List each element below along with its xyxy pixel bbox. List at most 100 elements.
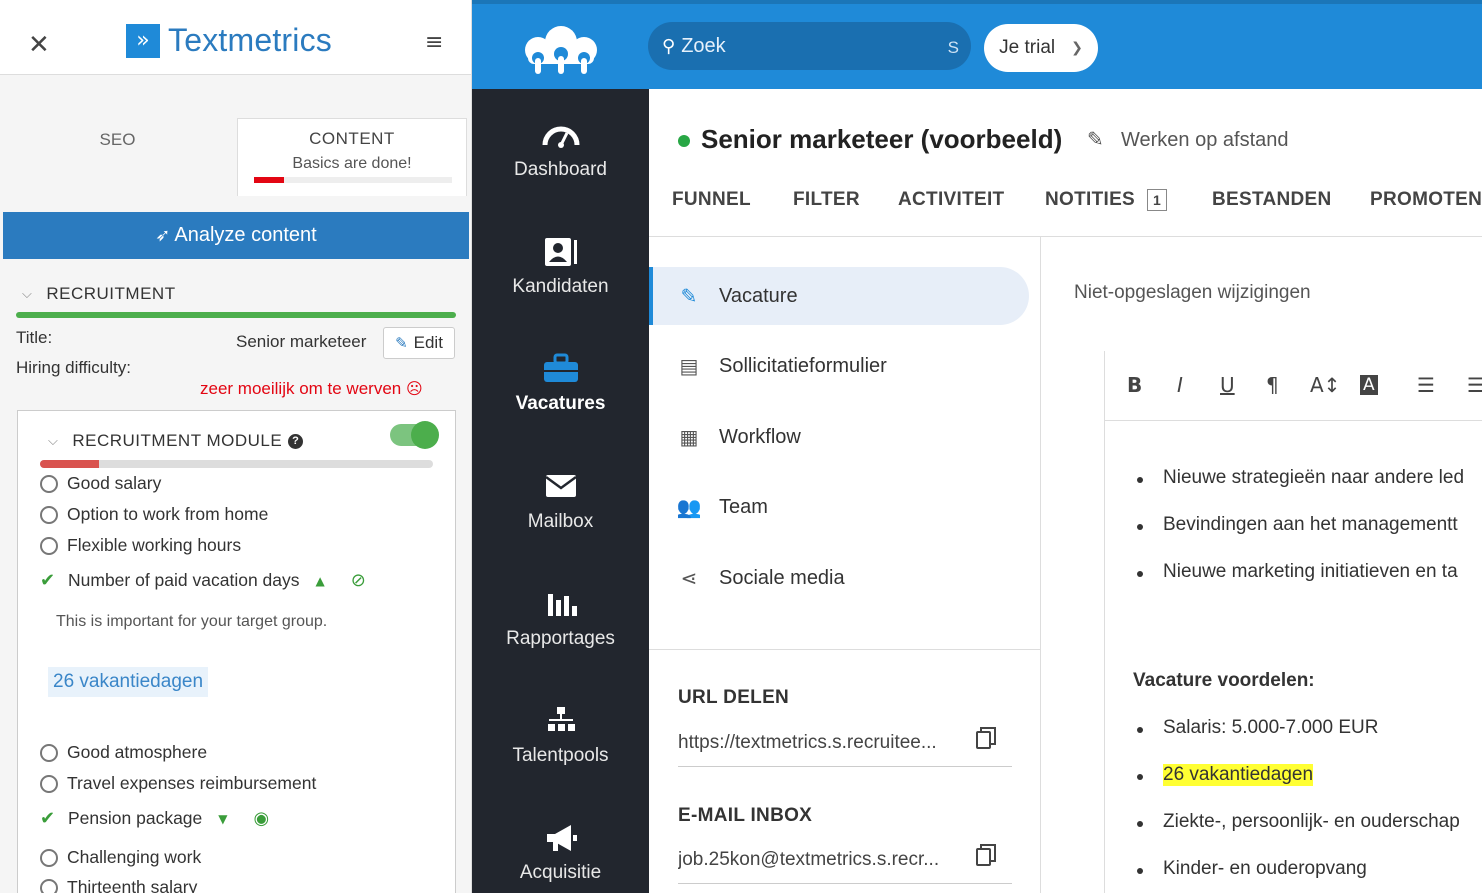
nav-item-dashboard[interactable]: Dashboard xyxy=(472,117,649,217)
pencil-icon[interactable]: ✎ xyxy=(1087,127,1104,151)
radio-unchecked-icon xyxy=(40,848,58,867)
hiring-difficulty-text: zeer moeilijk om te werven xyxy=(200,379,402,398)
module-item-vacation-days[interactable]: ✔ Number of paid vacation days ▲ ⊘ xyxy=(40,570,366,591)
edit-title-button[interactable]: ✎ Edit xyxy=(383,327,455,359)
nav-item-acquisitie[interactable]: Acquisitie xyxy=(472,820,649,893)
url-share-value[interactable]: https://textmetrics.s.recruitee... xyxy=(678,732,1012,767)
nav-item-vacatures[interactable]: Vacatures xyxy=(472,351,649,451)
email-inbox-label: E-MAIL INBOX xyxy=(678,805,813,826)
copy-email-icon[interactable] xyxy=(975,843,997,867)
module-item-label: Thirteenth salary xyxy=(67,877,198,893)
analyze-content-button[interactable]: ➶ Analyze content xyxy=(3,212,469,259)
brand-name: Textmetrics xyxy=(168,22,332,58)
nav-item-talentpools[interactable]: Talentpools xyxy=(472,703,649,803)
bullet-list-icon[interactable]: ☰ xyxy=(1417,373,1435,397)
tab-label: PROMOTEN xyxy=(1370,189,1482,210)
recruitment-module-card: ⌵ RECRUITMENT MODULE ? Good salary Optio… xyxy=(17,410,456,893)
tab-funnel[interactable]: FUNNEL xyxy=(672,189,751,211)
module-item-good-salary[interactable]: Good salary xyxy=(40,473,161,494)
module-item-travel-expenses[interactable]: Travel expenses reimbursement xyxy=(40,773,316,794)
megaphone-icon xyxy=(546,825,577,851)
briefcase-icon xyxy=(543,353,578,382)
search-box[interactable]: ⚲ S xyxy=(648,22,971,70)
module-item-thirteenth-salary[interactable]: Thirteenth salary xyxy=(40,877,197,893)
subnav-vacature[interactable]: ✎ Vacature xyxy=(649,267,1029,325)
hamburger-menu-icon[interactable]: ≡ xyxy=(425,32,443,54)
tab-activiteit[interactable]: ACTIVITEIT xyxy=(898,189,1004,211)
underline-icon[interactable]: U xyxy=(1220,373,1235,397)
recruitment-module-toggle[interactable]: ⌵ RECRUITMENT MODULE ? xyxy=(48,431,304,451)
pencil-icon: ✎ xyxy=(680,284,698,308)
text-color-icon[interactable]: A xyxy=(1360,375,1378,395)
recruitee-logo-icon[interactable] xyxy=(516,18,606,78)
editor-body[interactable]: Nieuwe strategieën naar andere led Bevin… xyxy=(1105,422,1482,893)
job-sub-navigation: ✎ Vacature ▤ Sollicitatieformulier ▦ Wor… xyxy=(649,237,1041,649)
tab-bestanden[interactable]: BESTANDEN xyxy=(1212,189,1332,211)
search-input[interactable] xyxy=(681,34,932,58)
tab-seo[interactable]: SEO xyxy=(0,118,235,196)
radio-unchecked-icon xyxy=(40,878,58,893)
numbered-list-icon[interactable]: ☰ xyxy=(1467,373,1482,397)
module-item-label: Good atmosphere xyxy=(67,742,208,762)
nav-label: Dashboard xyxy=(514,159,607,180)
tab-label: NOTITIES xyxy=(1045,189,1136,210)
tab-content-status: Basics are done! xyxy=(292,155,412,172)
nav-item-mailbox[interactable]: Mailbox xyxy=(472,469,649,569)
subnav-workflow[interactable]: ▦ Workflow xyxy=(649,408,1029,466)
tab-label: BESTANDEN xyxy=(1212,189,1332,210)
recruitment-heading: RECRUITMENT xyxy=(46,284,176,303)
radio-unchecked-icon xyxy=(40,743,58,762)
copy-url-icon[interactable] xyxy=(975,726,997,750)
module-item-work-from-home[interactable]: Option to work from home xyxy=(40,504,268,525)
tab-filter[interactable]: FILTER xyxy=(793,189,860,211)
paragraph-icon[interactable]: ¶ xyxy=(1266,373,1279,397)
subnav-sociale-media[interactable]: ⋖ Sociale media xyxy=(649,549,1029,607)
caret-down-icon[interactable]: ▼ xyxy=(218,812,227,826)
tab-content[interactable]: CONTENT Basics are done! xyxy=(237,118,467,196)
speedometer-icon xyxy=(542,126,579,148)
module-item-challenging-work[interactable]: Challenging work xyxy=(40,847,201,868)
clipboard-icon: ▤ xyxy=(679,354,699,378)
nav-item-kandidaten[interactable]: Kandidaten xyxy=(472,234,649,334)
vacation-days-tag[interactable]: 26 vakantiedagen xyxy=(48,667,209,697)
eye-slash-icon[interactable]: ⊘ xyxy=(351,570,366,591)
textmetrics-logo: » Textmetrics xyxy=(126,22,332,59)
toggle-knob xyxy=(411,421,439,449)
page-title: Senior marketeer (voorbeeld) xyxy=(701,124,1063,154)
module-item-label: Flexible working hours xyxy=(67,535,242,555)
people-icon: 👥 xyxy=(676,495,702,519)
editor-bullet-highlighted: 26 vakantiedagen xyxy=(1163,764,1314,786)
title-value: Senior marketeer xyxy=(236,332,367,351)
envelope-icon xyxy=(544,475,577,497)
trial-button[interactable]: Je trial ❯ xyxy=(984,24,1098,72)
job-tabs: FUNNEL FILTER ACTIVITEIT NOTITIES 1 BEST… xyxy=(649,189,1482,237)
module-item-flexible-hours[interactable]: Flexible working hours xyxy=(40,535,241,556)
bar-chart-icon xyxy=(547,594,577,616)
subnav-label: Sociale media xyxy=(719,566,845,589)
eye-icon[interactable]: ◉ xyxy=(254,808,270,829)
recruitment-section-toggle[interactable]: ⌵ RECRUITMENT xyxy=(22,284,176,304)
bold-icon[interactable]: B xyxy=(1127,373,1142,397)
tab-notities[interactable]: NOTITIES 1 xyxy=(1045,189,1168,211)
module-item-good-atmosphere[interactable]: Good atmosphere xyxy=(40,742,207,763)
subnav-sollicitatieformulier[interactable]: ▤ Sollicitatieformulier xyxy=(649,337,1029,395)
close-icon[interactable]: ✕ xyxy=(28,32,50,58)
content-progress-fill xyxy=(254,177,284,183)
chevron-down-icon: ⌵ xyxy=(48,433,59,449)
editor-bullet: Nieuwe strategieën naar andere led xyxy=(1163,467,1465,488)
font-size-icon[interactable]: A↕ xyxy=(1310,373,1340,397)
radio-unchecked-icon xyxy=(40,536,58,555)
module-enable-toggle[interactable] xyxy=(390,421,439,449)
module-progress-bar xyxy=(40,460,433,468)
editor-bullet: Ziekte-, persoonlijk- en ouderschap xyxy=(1163,811,1460,832)
module-item-label: Challenging work xyxy=(67,847,202,867)
editor-bullet: Bevindingen aan het managementt xyxy=(1163,514,1458,535)
nav-item-rapportages[interactable]: Rapportages xyxy=(472,586,649,686)
caret-up-icon[interactable]: ▲ xyxy=(316,574,325,588)
module-item-pension[interactable]: ✔ Pension package ▼ ◉ xyxy=(40,808,269,829)
subnav-team[interactable]: 👥 Team xyxy=(649,478,1029,536)
tab-promoten[interactable]: PROMOTEN xyxy=(1370,189,1482,211)
email-inbox-value[interactable]: job.25kon@textmetrics.s.recr... xyxy=(678,849,1012,884)
italic-icon[interactable]: I xyxy=(1177,373,1183,397)
help-icon[interactable]: ? xyxy=(288,433,304,449)
